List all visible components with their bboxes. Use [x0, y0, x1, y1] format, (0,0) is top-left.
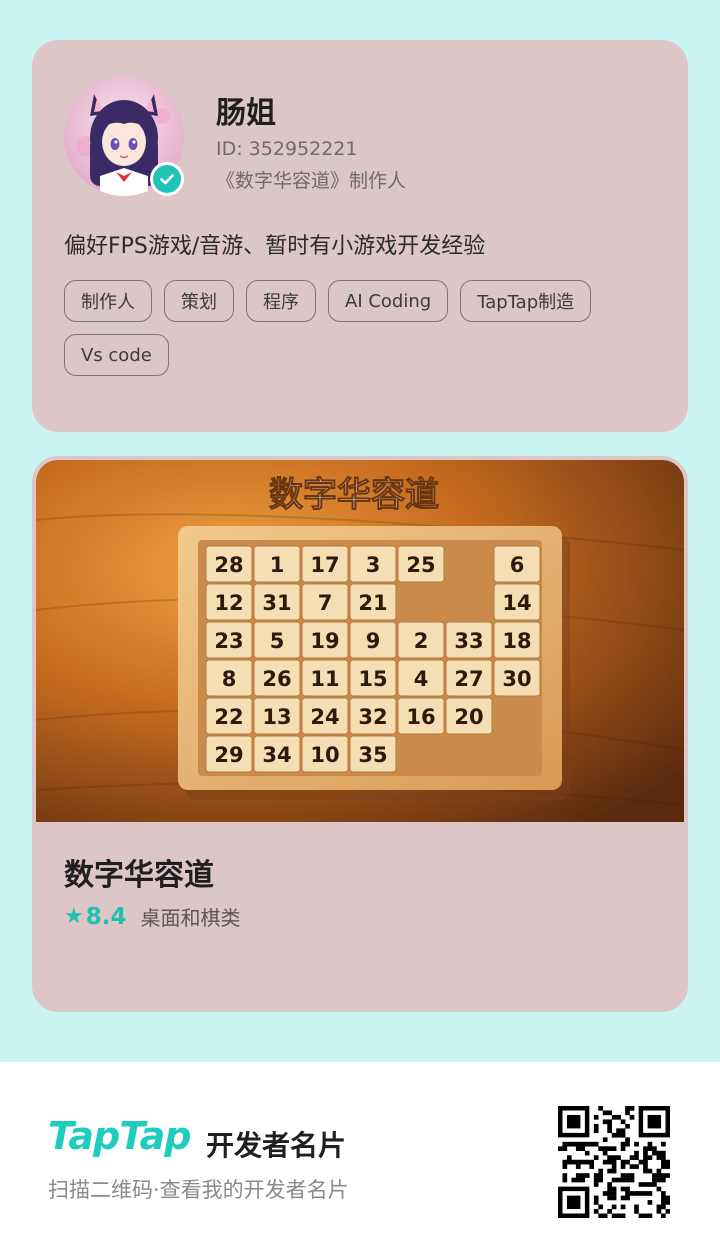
star-icon: ★ — [64, 904, 84, 929]
puzzle-tile-number: 24 — [310, 705, 339, 729]
profile-id: ID: 352952221 — [216, 138, 358, 160]
puzzle-tile-number: 33 — [454, 629, 483, 653]
puzzle-tile-number: 25 — [406, 553, 435, 577]
profile-card: 肠姐 ID: 352952221 《数字华容道》制作人 偏好FPS游戏/音游、暂… — [32, 40, 688, 432]
puzzle-tile-number: 20 — [454, 705, 483, 729]
puzzle-tile-number: 31 — [262, 591, 291, 615]
puzzle-tile-number: 22 — [214, 705, 243, 729]
taptap-logo: TapTap — [48, 1114, 192, 1158]
footer: TapTap 开发者名片 扫描二维码·查看我的开发者名片 — [0, 1062, 720, 1260]
puzzle-tile-number: 2 — [414, 629, 429, 653]
tag: 策划 — [164, 280, 234, 322]
game-title[interactable]: 数字华容道 — [64, 850, 214, 894]
puzzle-tile-number: 5 — [270, 629, 285, 653]
puzzle-board-illustration: 数字华容道 28 1 17 3 25 612 31 7 21 1423 5 19 9 2 33 188 26 11… — [36, 460, 684, 822]
puzzle-tile-number: 27 — [454, 667, 483, 691]
cover-title: 数字华容道 — [269, 475, 439, 515]
scan-hint: 扫描二维码·查看我的开发者名片 — [48, 1178, 349, 1202]
profile-role: 《数字华容道》制作人 — [216, 170, 407, 192]
profile-bio: 偏好FPS游戏/音游、暂时有小游戏开发经验 — [64, 234, 486, 259]
game-category: 桌面和棋类 — [140, 906, 241, 930]
tag: 制作人 — [64, 280, 152, 322]
puzzle-tile-number: 17 — [310, 553, 339, 577]
puzzle-tile-number: 11 — [310, 667, 339, 691]
brand-subtitle: 开发者名片 — [206, 1129, 347, 1162]
tag: AI Coding — [328, 280, 449, 322]
puzzle-tile-number: 23 — [214, 629, 243, 653]
puzzle-tile-number: 10 — [310, 743, 339, 767]
puzzle-tile-number: 16 — [406, 705, 435, 729]
puzzle-tile-number: 8 — [222, 667, 237, 691]
profile-name: 肠姐 — [216, 96, 276, 131]
tag: Vs code — [64, 334, 169, 376]
game-card[interactable]: 数字华容道 28 1 17 3 25 6 12 31 7 21 14 23 5 19 9 2 33 18 8 26 11… — [32, 456, 688, 1012]
puzzle-tile-number: 21 — [358, 591, 387, 615]
puzzle-tile-number: 15 — [358, 667, 387, 691]
puzzle-tile-number: 14 — [502, 591, 531, 615]
tag: 程序 — [246, 280, 316, 322]
puzzle-tile-number: 4 — [414, 667, 429, 691]
puzzle-tile-number: 34 — [262, 743, 291, 767]
puzzle-tile-number: 30 — [502, 667, 531, 691]
puzzle-tile-number: 18 — [502, 629, 531, 653]
puzzle-tile-number: 32 — [358, 705, 387, 729]
qr-code-icon[interactable] — [558, 1106, 670, 1218]
puzzle-tile-number: 26 — [262, 667, 291, 691]
puzzle-tile-number: 9 — [366, 629, 381, 653]
rating-score: 8.4 — [85, 903, 127, 930]
puzzle-tile-number: 7 — [318, 591, 333, 615]
puzzle-tile-number: 13 — [262, 705, 291, 729]
verified-badge — [150, 162, 184, 196]
puzzle-tile-number: 6 — [510, 553, 525, 577]
puzzle-tile-number: 29 — [214, 743, 243, 767]
puzzle-tile-number: 35 — [358, 743, 387, 767]
puzzle-tile-number: 1 — [270, 553, 285, 577]
puzzle-tile-number: 12 — [214, 591, 243, 615]
check-icon — [160, 174, 174, 185]
game-cover-image[interactable]: 数字华容道 28 1 17 3 25 6 12 31 7 21 14 23 5 19 9 2 33 18 8 26 11… — [36, 460, 684, 822]
tag-list: 制作人 策划 程序 AI Coding TapTap制造 Vs code — [64, 280, 664, 376]
puzzle-tile-number: 19 — [310, 629, 339, 653]
puzzle-tile-number: 3 — [366, 553, 381, 577]
tag: TapTap制造 — [460, 280, 592, 322]
rating-row: ★ 8.4 桌面和棋类 — [64, 902, 240, 931]
puzzle-tile-number: 28 — [214, 553, 243, 577]
